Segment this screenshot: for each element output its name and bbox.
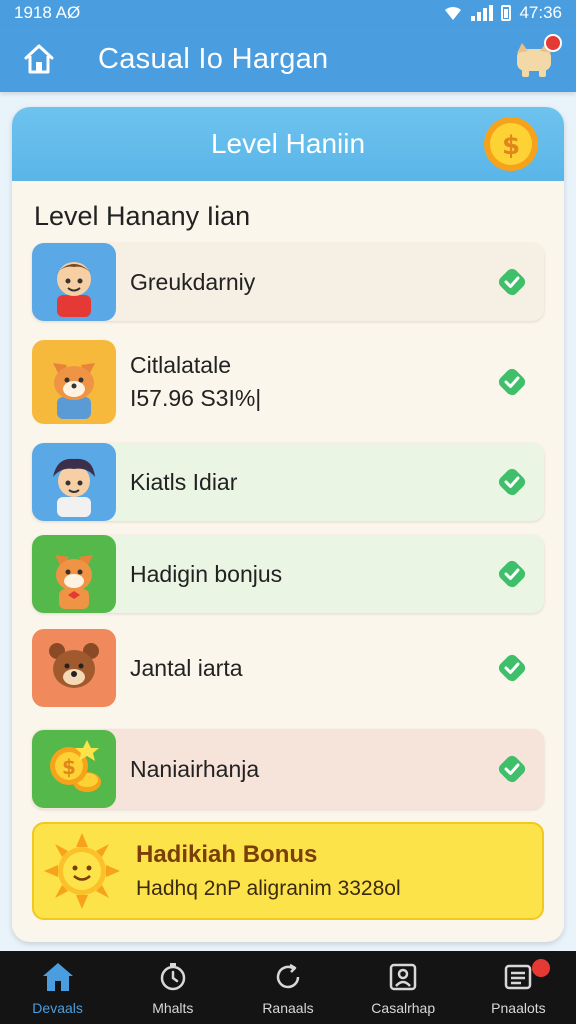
- checkmark-icon: [498, 268, 526, 296]
- list-item[interactable]: Citlalatale I57.96 S3I%|: [32, 333, 544, 431]
- item-name: Citlalatale: [130, 352, 231, 378]
- home-button[interactable]: [4, 26, 74, 92]
- avatar: [32, 340, 116, 424]
- section-title: Level Hanany Iian: [34, 201, 251, 231]
- app-bar: Casual Io Hargan: [0, 26, 576, 92]
- fox-avatar-icon: [53, 363, 95, 419]
- svg-text:$: $: [502, 131, 520, 161]
- avatar: $: [32, 730, 116, 808]
- list-icon: [505, 964, 532, 989]
- status-clock: 47:36: [519, 3, 562, 22]
- card-title: Level Haniin: [210, 128, 366, 159]
- avatar: [32, 243, 116, 321]
- item-name: Naniairhanja: [130, 755, 260, 782]
- home-icon: [24, 44, 54, 74]
- status-icons: 47:36: [443, 3, 562, 23]
- avatar: [32, 535, 116, 613]
- timer-icon: [160, 962, 186, 990]
- item-name: Greukdarniy: [130, 268, 256, 295]
- list-item[interactable]: Kiatls Idiar: [32, 443, 544, 521]
- notification-badge: [532, 959, 551, 977]
- bottom-nav: Devaals Mhalts Ranaals Casalrhap Pnaalot…: [0, 951, 576, 1024]
- bonus-subtitle: Hadhq 2nP aligranim 3328ol: [136, 877, 401, 900]
- bonus-banner[interactable]: Hadikiah Bonus Hadhq 2nP aligranim 3328o…: [32, 822, 544, 920]
- wifi-icon: [445, 6, 462, 20]
- checkmark-icon: [498, 560, 526, 588]
- list-item[interactable]: $ Naniairhanja: [32, 729, 544, 809]
- item-name: Kiatls Idiar: [130, 468, 238, 495]
- app-title: Casual Io Hargan: [98, 42, 329, 75]
- notification-badge: [544, 34, 562, 52]
- item-subtitle: I57.96 S3I%|: [130, 385, 262, 411]
- svg-text:$: $: [62, 755, 76, 779]
- nav-item-casalrhap[interactable]: Casalrhap: [346, 951, 461, 1024]
- profile-card-icon: [389, 963, 417, 990]
- refresh-icon: [276, 963, 300, 988]
- fox-avatar-icon: [55, 555, 93, 609]
- status-time: 1918 AØ: [14, 3, 81, 22]
- checkmark-icon: [498, 368, 526, 396]
- coins-icon: $: [50, 740, 101, 792]
- item-name: Jantal iarta: [130, 654, 243, 681]
- bear-avatar-icon: [49, 643, 99, 688]
- signal-icon: [471, 5, 494, 21]
- nav-item-mhalts[interactable]: Mhalts: [115, 951, 230, 1024]
- nav-item-ranaals[interactable]: Ranaals: [230, 951, 345, 1024]
- item-name: Hadigin bonjus: [130, 560, 283, 587]
- list-item[interactable]: Greukdarniy: [32, 243, 544, 321]
- boy-avatar-icon: [55, 262, 93, 317]
- avatar: [32, 629, 116, 707]
- status-bar: 1918 AØ 47:36: [0, 0, 576, 26]
- avatar: [32, 443, 116, 521]
- level-card: Level Haniin $ Level Hanany Iian Greukda…: [12, 107, 564, 942]
- battery-icon: [501, 5, 512, 21]
- list-item[interactable]: Hadigin bonjus: [32, 535, 544, 613]
- profile-button[interactable]: [504, 26, 564, 92]
- list-item[interactable]: Jantal iarta: [32, 629, 544, 707]
- nav-item-devaals[interactable]: Devaals: [0, 951, 115, 1024]
- card-header: Level Haniin $: [12, 107, 564, 181]
- sun-coin-icon: [44, 833, 120, 909]
- nav-item-pnaalots[interactable]: Pnaalots: [461, 951, 576, 1024]
- bonus-title: Hadikiah Bonus: [136, 841, 318, 868]
- coin-icon: $: [484, 117, 538, 171]
- checkmark-icon: [498, 755, 526, 783]
- checkmark-icon: [498, 468, 526, 496]
- home-icon: [42, 962, 73, 991]
- checkmark-icon: [498, 654, 526, 682]
- boy-avatar-icon: [53, 458, 95, 517]
